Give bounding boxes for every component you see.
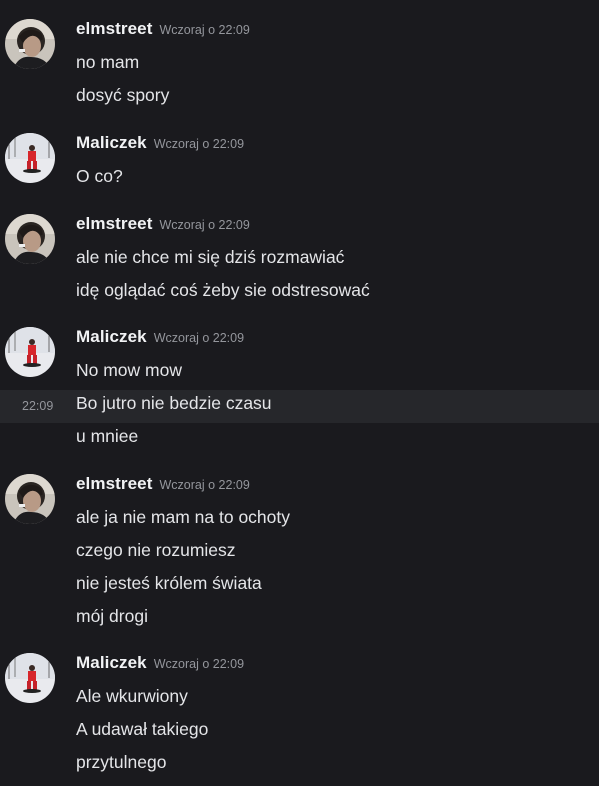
message-text: mój drogi [76, 606, 148, 626]
message-line[interactable]: przytulnego [0, 749, 599, 782]
message-timestamp[interactable]: Wczoraj o 22:09 [154, 657, 244, 671]
message-header: Maliczek Wczoraj o 22:09 [76, 133, 244, 157]
message-line[interactable]: idę oglądać coś żeby sie odstresować [0, 277, 599, 310]
message-text: czego nie rozumiesz [76, 540, 236, 560]
avatar[interactable] [5, 474, 55, 524]
message-text: Bo jutro nie bedzie czasu [76, 393, 272, 413]
message-line[interactable]: No mow mow [0, 357, 599, 390]
message-text: przytulnego [76, 752, 167, 772]
message-line[interactable]: dosyć spory [0, 82, 599, 115]
message-timestamp[interactable]: Wczoraj o 22:09 [160, 218, 250, 232]
message-text: nie jesteś królem świata [76, 573, 262, 593]
message-timestamp[interactable]: Wczoraj o 22:09 [154, 331, 244, 345]
message-timestamp[interactable]: Wczoraj o 22:09 [154, 137, 244, 151]
message-line[interactable]: A udawał takiego [0, 716, 599, 749]
message-line[interactable]: mój drogi [0, 603, 599, 636]
message-line[interactable]: O co? [0, 163, 599, 196]
message-line[interactable]: nie jesteś królem świata [0, 570, 599, 603]
message-line[interactable]: no mam [0, 49, 599, 82]
username[interactable]: Maliczek [76, 327, 147, 346]
message-line[interactable]: 22:09 Bo jutro nie bedzie czasu [0, 390, 599, 423]
message-text: dosyć spory [76, 85, 170, 105]
username[interactable]: Maliczek [76, 653, 147, 672]
username[interactable]: elmstreet [76, 214, 153, 233]
message-text: No mow mow [76, 360, 182, 380]
avatar[interactable] [5, 327, 55, 377]
username[interactable]: elmstreet [76, 474, 153, 493]
message-header: Maliczek Wczoraj o 22:09 [76, 653, 244, 677]
message-timestamp[interactable]: Wczoraj o 22:09 [160, 23, 250, 37]
message-text: u mniee [76, 426, 139, 446]
hover-timestamp: 22:09 [22, 399, 54, 413]
message-text: ale ja nie mam na to ochoty [76, 507, 291, 527]
message-text: no mam [76, 52, 140, 72]
avatar[interactable] [5, 19, 55, 69]
message-text: ale nie chce mi się dziś rozmawiać [76, 247, 345, 267]
avatar[interactable] [5, 214, 55, 264]
message-text: Ale wkurwiony [76, 686, 188, 706]
avatar[interactable] [5, 133, 55, 183]
avatar[interactable] [5, 653, 55, 703]
message-header: elmstreet Wczoraj o 22:09 [76, 214, 250, 238]
chat-message-list: no mam dosyć spory elmstreet Wczoraj o 22:0… [0, 0, 599, 786]
message-line[interactable]: u mniee [0, 423, 599, 456]
message-header: elmstreet Wczoraj o 22:09 [76, 474, 250, 498]
message-line[interactable]: ale nie chce mi się dziś rozmawiać [0, 244, 599, 277]
message-line[interactable]: ale ja nie mam na to ochoty [0, 504, 599, 537]
message-text: A udawał takiego [76, 719, 209, 739]
username[interactable]: Maliczek [76, 133, 147, 152]
message-text: idę oglądać coś żeby sie odstresować [76, 280, 370, 300]
message-line[interactable]: Ale wkurwiony [0, 683, 599, 716]
message-text: O co? [76, 166, 123, 186]
message-header: elmstreet Wczoraj o 22:09 [76, 19, 250, 43]
message-timestamp[interactable]: Wczoraj o 22:09 [160, 478, 250, 492]
message-header: Maliczek Wczoraj o 22:09 [76, 327, 244, 351]
username[interactable]: elmstreet [76, 19, 153, 38]
message-line[interactable]: czego nie rozumiesz [0, 537, 599, 570]
